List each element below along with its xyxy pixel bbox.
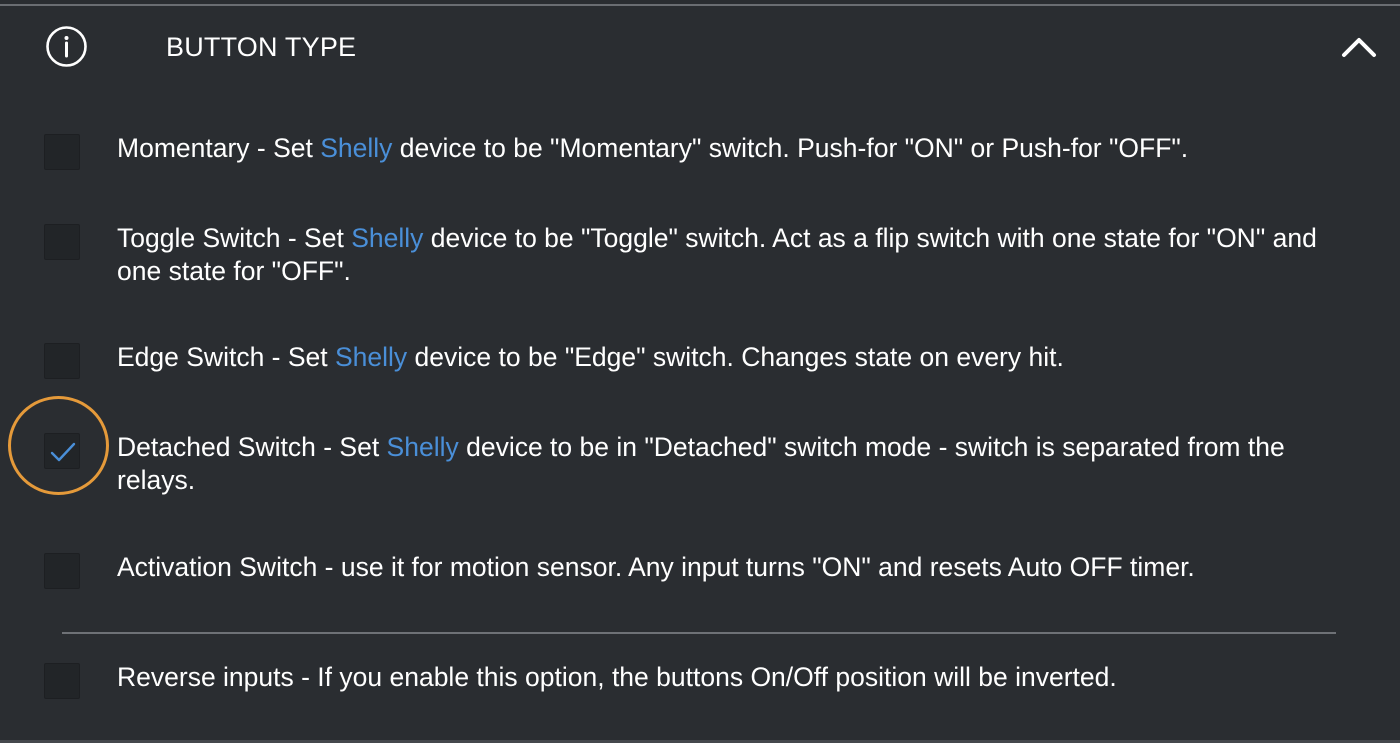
brand-name: Shelly bbox=[386, 432, 459, 462]
option-detached-switch[interactable]: Detached Switch - Set Shelly device to b… bbox=[0, 431, 1400, 501]
chevron-up-icon[interactable] bbox=[1340, 35, 1378, 59]
label-text: Toggle Switch - Set bbox=[117, 223, 352, 253]
label-text: Activation Switch - use it for motion se… bbox=[117, 552, 1195, 582]
momentary-label: Momentary - Set Shelly device to be "Mom… bbox=[117, 132, 1357, 165]
detached-switch-label: Detached Switch - Set Shelly device to b… bbox=[117, 431, 1357, 497]
label-text: Momentary - Set bbox=[117, 133, 321, 163]
activation-switch-checkbox[interactable] bbox=[44, 553, 80, 589]
option-toggle-switch[interactable]: Toggle Switch - Set Shelly device to be … bbox=[0, 222, 1400, 292]
toggle-switch-checkbox[interactable] bbox=[44, 224, 80, 260]
reverse-inputs-label: Reverse inputs - If you enable this opti… bbox=[117, 662, 1117, 692]
edge-switch-checkbox[interactable] bbox=[44, 343, 80, 379]
edge-switch-label: Edge Switch - Set Shelly device to be "E… bbox=[117, 341, 1357, 374]
option-edge-switch[interactable]: Edge Switch - Set Shelly device to be "E… bbox=[0, 341, 1400, 381]
top-divider bbox=[0, 4, 1400, 6]
section-title: BUTTON TYPE bbox=[166, 32, 357, 62]
label-text: device to be "Momentary" switch. Push-fo… bbox=[392, 133, 1189, 163]
section-divider bbox=[62, 632, 1336, 634]
brand-name: Shelly bbox=[351, 223, 424, 253]
checkmark-icon bbox=[50, 442, 76, 462]
label-text: Edge Switch - Set bbox=[117, 342, 335, 372]
brand-name: Shelly bbox=[320, 133, 393, 163]
brand-name: Shelly bbox=[335, 342, 408, 372]
button-type-panel: BUTTON TYPE Momentary - Set Shelly devic… bbox=[0, 0, 1400, 743]
detached-switch-checkbox[interactable] bbox=[44, 433, 80, 469]
option-momentary[interactable]: Momentary - Set Shelly device to be "Mom… bbox=[0, 132, 1400, 172]
toggle-switch-label: Toggle Switch - Set Shelly device to be … bbox=[117, 222, 1357, 288]
momentary-checkbox[interactable] bbox=[44, 134, 80, 170]
option-activation-switch[interactable]: Activation Switch - use it for motion se… bbox=[0, 551, 1400, 591]
info-icon bbox=[46, 26, 87, 67]
reverse-inputs-checkbox[interactable] bbox=[44, 663, 80, 699]
option-reverse-inputs[interactable]: Reverse inputs - If you enable this opti… bbox=[0, 661, 1400, 701]
label-text: Detached Switch - Set bbox=[117, 432, 387, 462]
label-text: device to be "Edge" switch. Changes stat… bbox=[407, 342, 1064, 372]
activation-switch-label: Activation Switch - use it for motion se… bbox=[117, 551, 1357, 584]
